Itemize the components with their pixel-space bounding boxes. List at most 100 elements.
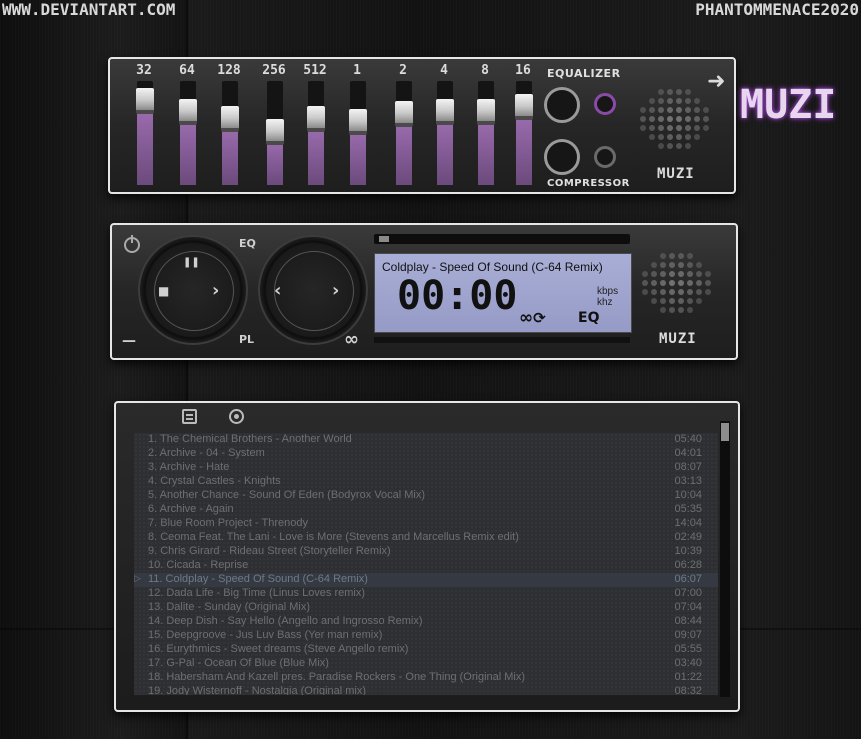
playlist-row-active[interactable]: ▷ 11. Coldplay - Speed Of Sound (C-64 Rem… — [134, 573, 718, 587]
track-name: 16. Eurythmics - Sweet dreams (Steve Ang… — [148, 643, 409, 655]
playlist-row[interactable]: 12. Dada Life - Big Time (Linus Loves re… — [134, 587, 718, 601]
seek-knob[interactable] — [379, 236, 389, 242]
playlist-row[interactable]: 5. Another Chance - Sound Of Eden (Bodyr… — [134, 489, 718, 503]
eq-band-slider[interactable] — [515, 81, 533, 185]
equalizer-toggle-knob[interactable] — [544, 87, 580, 123]
stop-button[interactable]: ■ — [158, 284, 169, 298]
track-duration: 08:44 — [674, 615, 702, 627]
eq-band-slider[interactable] — [477, 81, 495, 185]
eq-band-knob[interactable] — [436, 98, 454, 125]
eq-band-fill — [180, 120, 196, 185]
infinity-icon[interactable]: ∞ — [344, 329, 359, 350]
track-name: 7. Blue Room Project - Threnody — [148, 517, 308, 529]
volume-bar[interactable] — [374, 337, 630, 343]
loop-icon[interactable]: ∞⟳ — [519, 308, 546, 328]
eq-band-label: 256 — [262, 63, 286, 78]
eq-band-label: 64 — [179, 63, 195, 78]
playlist-row[interactable]: 14. Deep Dish - Say Hello (Angello and I… — [134, 615, 718, 629]
playlist-label[interactable]: PL — [239, 333, 254, 346]
eq-band-label: 512 — [303, 63, 327, 78]
eq-band-knob[interactable] — [266, 119, 284, 146]
track-name: 18. Habersham And Kazell pres. Paradise … — [148, 671, 526, 683]
playlist-row[interactable]: 2. Archive - 04 - System 04:01 — [134, 447, 718, 461]
eq-band-fill — [222, 127, 238, 185]
track-name: 10. Cicada - Reprise — [148, 559, 249, 571]
track-duration: 06:07 — [674, 573, 702, 585]
eq-band-knob[interactable] — [477, 98, 495, 125]
track-duration: 04:01 — [674, 447, 702, 459]
lcd-eq-label[interactable]: EQ — [578, 310, 599, 326]
eq-band-fill — [267, 141, 283, 185]
eq-band-slider[interactable] — [136, 81, 154, 185]
track-duration: 05:55 — [674, 643, 702, 655]
track-duration: 07:00 — [674, 587, 702, 599]
playlist-panel: 1. The Chemical Brothers - Another World… — [114, 401, 740, 712]
eq-band-fill — [350, 130, 366, 185]
playlist-row[interactable]: 13. Dalite - Sunday (Original Mix) 07:04 — [134, 601, 718, 615]
power-icon[interactable] — [124, 235, 140, 253]
seek-bar[interactable] — [374, 234, 630, 244]
eq-band-knob[interactable] — [136, 88, 154, 115]
playlist-row[interactable]: 18. Habersham And Kazell pres. Paradise … — [134, 671, 718, 685]
khz-label: khz — [597, 297, 613, 308]
eq-band-fill — [137, 110, 153, 185]
eq-band-slider[interactable] — [266, 81, 284, 185]
playlist-menu-icon[interactable] — [182, 409, 197, 424]
previous-button[interactable]: ‹ — [274, 280, 281, 301]
playlist-row[interactable]: 3. Archive - Hate 08:07 — [134, 461, 718, 475]
playlist-row[interactable]: 8. Ceoma Feat. The Lani - Love is More (… — [134, 531, 718, 545]
eq-band-label: 4 — [440, 63, 448, 78]
playlist-row[interactable]: 17. G-Pal - Ocean Of Blue (Blue Mix) 03:4… — [134, 657, 718, 671]
eq-label[interactable]: EQ — [239, 237, 256, 250]
scroll-thumb[interactable] — [721, 423, 729, 441]
eq-band-slider[interactable] — [395, 81, 413, 185]
watermark-left: WWW.DEVIANTART.COM — [2, 0, 176, 19]
playlist-row[interactable]: 19. Jody Wisternoff - Nostalgia (Origina… — [134, 685, 718, 695]
now-playing-icon: ▷ — [134, 573, 141, 583]
track-duration: 07:04 — [674, 601, 702, 613]
play-button[interactable]: › — [212, 280, 219, 301]
eq-band-slider[interactable] — [436, 81, 454, 185]
playlist-row[interactable]: 1. The Chemical Brothers - Another World… — [134, 433, 718, 447]
next-button[interactable]: › — [332, 280, 339, 301]
eq-band-label: 128 — [217, 63, 241, 78]
track-name: 12. Dada Life - Big Time (Linus Loves re… — [148, 587, 366, 599]
track-name: 1. The Chemical Brothers - Another World — [148, 433, 352, 445]
playlist-record-icon[interactable] — [229, 409, 244, 424]
track-duration: 10:39 — [674, 545, 702, 557]
eq-band-knob[interactable] — [179, 98, 197, 125]
playback-dial[interactable] — [138, 235, 248, 345]
eq-band-slider[interactable] — [221, 81, 239, 185]
eq-band-knob[interactable] — [515, 94, 533, 121]
equalizer-indicator-light[interactable] — [594, 93, 616, 115]
playlist[interactable]: 1. The Chemical Brothers - Another World… — [134, 433, 718, 695]
playlist-row[interactable]: 16. Eurythmics - Sweet dreams (Steve Ang… — [134, 643, 718, 657]
playlist-row[interactable]: 7. Blue Room Project - Threnody 14:04 — [134, 517, 718, 531]
eq-band-knob[interactable] — [349, 108, 367, 135]
eq-band-slider[interactable] — [179, 81, 197, 185]
playlist-row[interactable]: 9. Chris Girard - Rideau Street (Storyte… — [134, 545, 718, 559]
eq-band-slider[interactable] — [307, 81, 325, 185]
playlist-row[interactable]: 15. Deepgroove - Jus Luv Bass (Yer man r… — [134, 629, 718, 643]
track-name: 6. Archive - Again — [148, 503, 234, 515]
eq-band-fill — [478, 120, 494, 185]
compressor-indicator-light[interactable] — [594, 146, 616, 168]
eq-band-fill — [396, 122, 412, 185]
pause-button[interactable]: ❚❚ — [183, 257, 200, 268]
eq-band-knob[interactable] — [221, 105, 239, 132]
track-duration: 05:35 — [674, 503, 702, 515]
playlist-row[interactable]: 4. Crystal Castles - Knights 03:13 — [134, 475, 718, 489]
player-brand: MUZI — [659, 331, 697, 347]
playlist-row[interactable]: 6. Archive - Again 05:35 — [134, 503, 718, 517]
eq-band-knob[interactable] — [307, 105, 325, 132]
playlist-scrollbar[interactable] — [720, 421, 730, 697]
minimize-icon[interactable]: — — [122, 333, 136, 349]
muzi-logo: MUZI — [740, 82, 837, 128]
eq-band-knob[interactable] — [395, 100, 413, 127]
compressor-toggle-knob[interactable] — [544, 139, 580, 175]
watermark-right: PHANTOMMENACE2020 — [695, 0, 859, 19]
playlist-row[interactable]: 10. Cicada - Reprise 06:28 — [134, 559, 718, 573]
eq-band-slider[interactable] — [349, 81, 367, 185]
track-duration: 01:22 — [674, 671, 702, 683]
track-duration: 08:32 — [674, 685, 702, 695]
